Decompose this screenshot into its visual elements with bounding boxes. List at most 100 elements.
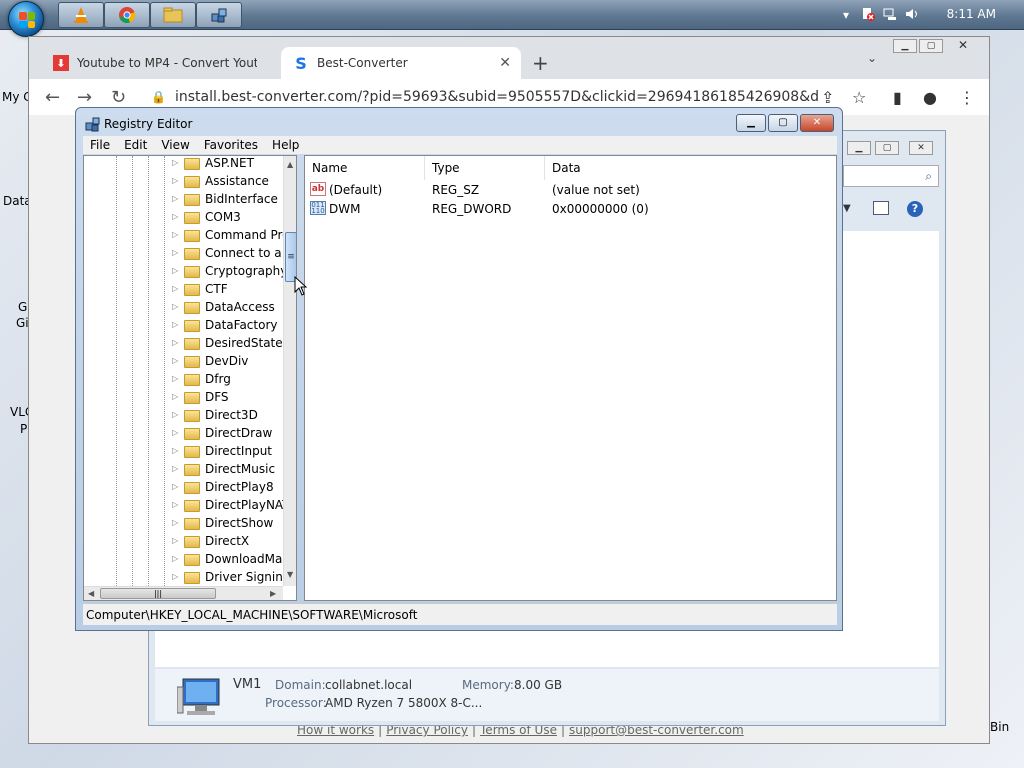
menu-favorites[interactable]: Favorites — [197, 136, 265, 154]
expand-arrow-icon[interactable]: ▷ — [172, 248, 178, 257]
browser-maximize-button[interactable]: ▢ — [919, 39, 943, 53]
tree-hscroll-thumb[interactable]: ||| — [100, 588, 216, 599]
start-button[interactable] — [8, 1, 44, 37]
help-icon[interactable]: ? — [907, 201, 923, 217]
browser-minimize-button[interactable]: ▁ — [893, 39, 917, 53]
explorer-close-button[interactable]: ✕ — [909, 141, 933, 155]
tab-best-converter[interactable]: S Best-Converter ✕ — [281, 47, 521, 79]
expand-arrow-icon[interactable]: ▷ — [172, 302, 178, 311]
chrome-menu-icon[interactable]: ⋮ — [959, 88, 975, 107]
volume-icon[interactable] — [904, 7, 920, 23]
side-panel-icon[interactable]: ▮ — [893, 88, 902, 107]
expand-arrow-icon[interactable]: ▷ — [172, 338, 178, 347]
scroll-down-arrow-icon[interactable]: ▼ — [287, 570, 293, 579]
tree-item[interactable]: ▷ DirectPlay8 — [84, 479, 284, 497]
expand-arrow-icon[interactable]: ▷ — [172, 194, 178, 203]
tab-search-chevron-icon[interactable]: ⌄ — [867, 51, 877, 65]
explorer-taskbar-button[interactable] — [150, 2, 196, 28]
tree-item[interactable]: ▷ Direct3D — [84, 407, 284, 425]
expand-arrow-icon[interactable]: ▷ — [172, 374, 178, 383]
maximize-button[interactable]: ▢ — [768, 114, 798, 132]
expand-arrow-icon[interactable]: ▷ — [172, 410, 178, 419]
expand-arrow-icon[interactable]: ▷ — [172, 392, 178, 401]
close-button[interactable]: ✕ — [800, 114, 834, 132]
action-center-icon[interactable] — [860, 7, 876, 23]
desktop-icon-label[interactable]: Bin — [990, 720, 1009, 734]
back-arrow-icon[interactable]: ← — [45, 87, 60, 108]
preview-pane-icon[interactable] — [873, 201, 889, 215]
expand-arrow-icon[interactable]: ▷ — [172, 482, 178, 491]
regedit-taskbar-button[interactable] — [196, 2, 242, 28]
expand-arrow-icon[interactable]: ▷ — [172, 554, 178, 563]
tree-item[interactable]: ▷ BidInterface — [84, 191, 284, 209]
tree-item[interactable]: ▷ DirectInput — [84, 443, 284, 461]
menu-help[interactable]: Help — [265, 136, 306, 154]
tree-item[interactable]: ▷ DFS — [84, 389, 284, 407]
tree-item[interactable]: ▷ COM3 — [84, 209, 284, 227]
tree-item[interactable]: ▷ DirectMusic — [84, 461, 284, 479]
tree-vertical-scrollbar[interactable]: ▲ ≡ ▼ — [283, 156, 296, 586]
expand-arrow-icon[interactable]: ▷ — [172, 500, 178, 509]
scroll-up-arrow-icon[interactable]: ▲ — [287, 160, 293, 169]
tree-item[interactable]: ▷ ASP.NET — [84, 156, 284, 173]
new-tab-button[interactable]: + — [532, 51, 549, 75]
explorer-maximize-button[interactable]: ▢ — [875, 141, 899, 155]
expand-arrow-icon[interactable]: ▷ — [172, 536, 178, 545]
value-row[interactable]: ab (Default) REG_SZ (value not set) — [305, 181, 835, 200]
value-row[interactable]: 011 110 DWM REG_DWORD 0x00000000 (0) — [305, 200, 835, 219]
expand-arrow-icon[interactable]: ▷ — [172, 446, 178, 455]
desktop-icon-label[interactable]: G — [18, 300, 27, 314]
column-header-data[interactable]: Data — [545, 156, 835, 180]
tree-item[interactable]: ▷ DirectPlayNAT — [84, 497, 284, 515]
menu-view[interactable]: View — [154, 136, 196, 154]
expand-arrow-icon[interactable]: ▷ — [172, 464, 178, 473]
tree-item[interactable]: ▷ DownloadMan — [84, 551, 284, 569]
explorer-search-input[interactable]: ⌕ — [843, 165, 939, 187]
browser-close-button[interactable]: ✕ — [951, 39, 975, 53]
tree-item[interactable]: ▷ Command Pro — [84, 227, 284, 245]
vlc-taskbar-button[interactable] — [58, 2, 104, 28]
show-hidden-icons-icon[interactable]: ▾ — [838, 7, 854, 23]
expand-arrow-icon[interactable]: ▷ — [172, 356, 178, 365]
profile-avatar-icon[interactable]: ● — [923, 88, 937, 107]
expand-arrow-icon[interactable]: ▷ — [172, 428, 178, 437]
expand-arrow-icon[interactable]: ▷ — [172, 212, 178, 221]
tree-item[interactable]: ▷ Dfrg — [84, 371, 284, 389]
desktop-icon-label[interactable]: P — [20, 422, 27, 436]
taskbar-clock[interactable]: 8:11 AM — [947, 7, 996, 21]
expand-arrow-icon[interactable]: ▷ — [172, 158, 178, 167]
bookmark-star-icon[interactable]: ☆ — [852, 88, 866, 107]
tree-item[interactable]: ▷ DesiredStateCo — [84, 335, 284, 353]
share-icon[interactable]: ⇪ — [821, 88, 834, 107]
reload-icon[interactable]: ↻ — [111, 87, 126, 108]
scroll-right-arrow-icon[interactable]: ▶ — [270, 589, 276, 598]
chrome-taskbar-button[interactable] — [104, 2, 150, 28]
tree-item[interactable]: ▷ CTF — [84, 281, 284, 299]
tree-item[interactable]: ▷ DirectX — [84, 533, 284, 551]
desktop-icon-label[interactable]: Gi — [16, 316, 29, 330]
menu-edit[interactable]: Edit — [117, 136, 154, 154]
expand-arrow-icon[interactable]: ▷ — [172, 320, 178, 329]
expand-arrow-icon[interactable]: ▷ — [172, 230, 178, 239]
tree-item[interactable]: ▷ Connect to a N — [84, 245, 284, 263]
tree-item[interactable]: ▷ DirectShow — [84, 515, 284, 533]
tree-item[interactable]: ▷ Assistance — [84, 173, 284, 191]
tree-item[interactable]: ▷ Cryptography — [84, 263, 284, 281]
tree-scroll-thumb[interactable]: ≡ — [285, 232, 296, 282]
tree-item[interactable]: ▷ DataFactory — [84, 317, 284, 335]
tree-item[interactable]: ▷ DataAccess — [84, 299, 284, 317]
explorer-minimize-button[interactable]: ▁ — [847, 141, 871, 155]
expand-arrow-icon[interactable]: ▷ — [172, 572, 178, 581]
column-header-type[interactable]: Type — [425, 156, 545, 180]
view-dropdown-icon[interactable]: ▼ — [843, 203, 851, 214]
tree-horizontal-scrollbar[interactable]: ◀ ||| ▶ — [84, 586, 283, 600]
expand-arrow-icon[interactable]: ▷ — [172, 284, 178, 293]
menu-file[interactable]: File — [83, 136, 117, 154]
tree-item[interactable]: ▷ Driver Signing — [84, 569, 284, 587]
expand-arrow-icon[interactable]: ▷ — [172, 518, 178, 527]
forward-arrow-icon[interactable]: → — [77, 87, 92, 108]
expand-arrow-icon[interactable]: ▷ — [172, 266, 178, 275]
column-header-name[interactable]: Name — [305, 156, 425, 180]
tab-youtube-to-mp4[interactable]: ⬇ Youtube to MP4 - Convert Youtu — [41, 47, 281, 79]
scroll-left-arrow-icon[interactable]: ◀ — [88, 589, 94, 598]
